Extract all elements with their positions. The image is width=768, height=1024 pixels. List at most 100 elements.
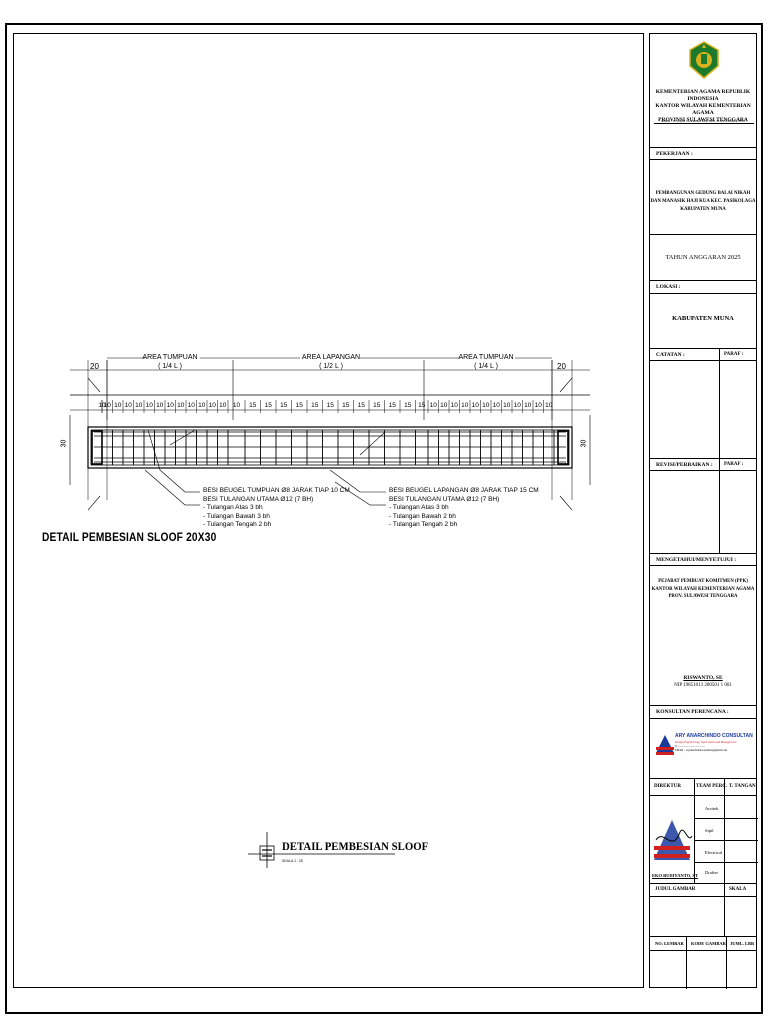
ppk-line: PEJABAT PEMBUAT KOMITMEN (PPK) (658, 579, 748, 584)
konsultan-section: ARY ANARCHINDO CONSULTAN Design Engineer… (650, 719, 756, 779)
paraf2-label: PARAF : (724, 462, 744, 467)
lokasi-section: KABUPATEN MUNA (650, 294, 756, 349)
spacing-label: 15 (373, 402, 381, 409)
spacing-label: 10 (440, 402, 448, 409)
spacing-label: 15 (265, 402, 273, 409)
org-section: KEMENTERIAN AGAMA REPUBLIK INDONESIA KAN… (650, 34, 756, 148)
revisi-header: REVISI/PERBAIKAN : PARAF : (650, 459, 756, 471)
divider (724, 884, 725, 937)
note-line: BESI TULANGAN UTAMA Ø12 (7 BH) (203, 495, 314, 503)
project-line: KABUPATEN MUNA (680, 207, 726, 212)
role-electrical: Electrical (705, 850, 723, 855)
notes-right: BESI BEUGEL LAPANGAN Ø8 JARAK TIAP 15 CM… (389, 487, 539, 530)
section-arrow (559, 495, 573, 511)
section-arrow (87, 377, 101, 393)
beam-cover-line (90, 429, 570, 466)
lokasi-header: LOKASI : (650, 281, 756, 294)
org-line: KANTOR WILAYAH KEMENTERIAN AGAMA (655, 103, 751, 116)
reference-scale: SKALA 1 : 25 (282, 859, 303, 863)
spacing-label: 10 (430, 402, 438, 409)
spacing-label: 10 (514, 402, 522, 409)
note-line: - Tulangan Bawah 3 bh (203, 512, 270, 520)
zone-label-support-right: AREA TUMPUAN ( 1/4 L ) (456, 353, 516, 371)
konsultan-contact: Jl. ....................................… (675, 745, 705, 748)
zone-fraction: ( 1/4 L ) (158, 363, 182, 370)
skala-label: SKALA (729, 887, 747, 892)
note-line: - Tulangan Atas 3 bh (389, 504, 449, 511)
budget-year: TAHUN ANGGARAN 2025 (665, 254, 741, 261)
spacing-label: 10 (135, 402, 143, 409)
zone-label-field: AREA LAPANGAN ( 1/2 L ) (296, 353, 366, 371)
spacing-label: 10 (524, 402, 532, 409)
consultant-logo-icon (656, 735, 674, 755)
direktur-label: DIREKTUR (654, 784, 681, 789)
project-line: DAN MANASIK HAJI KUA KEC. PASIKOLAGA (650, 199, 756, 204)
revisi-label: REVISI/PERBAIKAN : (656, 462, 713, 468)
note-line: - Tulangan Tengah 2 bh (389, 521, 458, 528)
zone-name: AREA TUMPUAN (458, 354, 514, 361)
revisi-section (650, 471, 756, 554)
catatan-label: CATATAN : (656, 352, 685, 358)
spacing-label: 10 (493, 402, 501, 409)
divider (719, 349, 720, 554)
pekerjaan-header: PEKERJAAN : (650, 148, 756, 160)
leader-line (144, 469, 186, 506)
section-arrow (559, 377, 573, 393)
spacing-label: 15 (389, 402, 397, 409)
ppk-line: PROV. SULAWESI TENGGARA (668, 594, 738, 599)
spacing-label: 15 (358, 402, 366, 409)
note-line: - Tulangan Tengah 2 bh (203, 521, 272, 528)
lokasi-label: LOKASI : (656, 284, 681, 290)
team-section: EKO BUDIYANTO, ST Arsitek Sipil Electric… (650, 796, 758, 884)
spacing-label: 15 (280, 402, 288, 409)
dim-left-end: 20 (90, 362, 99, 371)
zone-fraction: ( 1/4 L ) (474, 363, 498, 370)
spacing-label: 10 (167, 402, 175, 409)
zone-name: AREA LAPANGAN (301, 354, 361, 361)
paraf-label: PARAF : (724, 352, 744, 357)
pekerjaan-label: PEKERJAAN : (656, 151, 693, 157)
divider (686, 937, 687, 989)
catatan-section (650, 361, 756, 459)
ministry-logo-icon (689, 41, 719, 79)
role-drafter: Drafter (705, 870, 718, 875)
spacing-label: 10 (451, 402, 459, 409)
mengetahui-label: MENGETAHUI/MENYETUJUI : (656, 557, 737, 563)
divider (724, 779, 725, 884)
spacing-label: 10 (177, 402, 185, 409)
spacing-label: 10 (472, 402, 480, 409)
spacing-label: 10 (233, 402, 241, 409)
notes-left: BESI BEUGEL TUMPUAN Ø8 JARAK TIAP 10 CM … (203, 487, 350, 530)
note-line: BESI TULANGAN UTAMA Ø12 (7 BH) (389, 495, 500, 503)
spacing-label: 10 (545, 402, 553, 409)
spacing-label: 15 (418, 402, 426, 409)
role-arsitek: Arsitek (705, 806, 719, 811)
spacing-label: 10 (209, 402, 217, 409)
leader-line (159, 469, 186, 493)
zone-fraction: ( 1/2 L ) (319, 363, 343, 370)
konsultan-label: KONSULTAN PERENCANA : (656, 709, 729, 715)
year-section: TAHUN ANGGARAN 2025 (650, 235, 756, 281)
ppk-title: PEJABAT PEMBUAT KOMITMEN (PPK) KANTOR WI… (650, 578, 756, 601)
director-signature-icon (654, 820, 693, 860)
detail-title: DETAIL PEMBESIAN SLOOF 20X30 (42, 530, 217, 544)
spacing-label: 10 (156, 402, 164, 409)
project-section: PEMBANGUNAN GEDUNG BALAI NIKAH DAN MANAS… (650, 160, 756, 235)
divider (694, 779, 695, 884)
spacing-label: 15 (404, 402, 412, 409)
divider (694, 862, 758, 863)
catatan-header: CATATAN : PARAF : (650, 349, 756, 361)
zone-name: AREA TUMPUAN (142, 354, 198, 361)
spacing-label: 10 (104, 402, 112, 409)
ppk-section: PEJABAT PEMBUAT KOMITMEN (PPK) KANTOR WI… (650, 566, 756, 706)
spacing-label: 10 (503, 402, 511, 409)
divider (694, 818, 758, 819)
project-name: PEMBANGUNAN GEDUNG BALAI NIKAH DAN MANAS… (650, 190, 756, 214)
spacing-label: 10 (198, 402, 206, 409)
divider (726, 937, 727, 989)
spacing-label: 15 (327, 402, 335, 409)
note-line: - Tulangan Bawah 2 bh (389, 512, 456, 520)
no-lembar-label: NO. LEMBAR (655, 941, 684, 946)
section-arrow (87, 495, 101, 511)
divider (694, 840, 758, 841)
